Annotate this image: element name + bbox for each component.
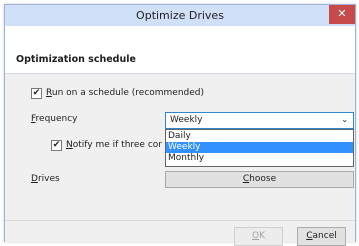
frequency-dropdown[interactable]: Weekly ⌄ — [165, 112, 354, 129]
run-on-schedule-checkbox[interactable]: ✔ — [31, 88, 42, 99]
notify-label[interactable]: Notify me if three cor — [66, 140, 162, 150]
frequency-options-list[interactable]: Daily Weekly Monthly — [165, 129, 354, 167]
drives-label: Drives — [31, 174, 60, 184]
notify-checkbox[interactable]: ✔ — [51, 140, 62, 151]
header-band: Optimization schedule — [5, 26, 355, 74]
frequency-selected-value: Weekly — [170, 115, 203, 125]
close-button[interactable]: ✕ — [329, 5, 355, 24]
frequency-label: Frequency — [31, 114, 78, 124]
cancel-button[interactable]: Cancel — [297, 227, 346, 246]
options-panel: ✔ Run on a schedule (recommended) Freque… — [5, 74, 355, 246]
window-title: Optimize Drives — [136, 9, 224, 22]
section-heading: Optimization schedule — [16, 54, 136, 65]
optimize-drives-dialog: Optimize Drives ✕ Optimization schedule … — [4, 4, 356, 246]
choose-drives-button[interactable]: Choose — [165, 171, 354, 188]
ok-button[interactable]: OK — [234, 227, 283, 246]
dialog-footer: OK Cancel — [5, 220, 355, 246]
chevron-down-icon: ⌄ — [341, 115, 348, 124]
checkmark-icon: ✔ — [52, 140, 61, 150]
frequency-option-monthly[interactable]: Monthly — [166, 153, 353, 164]
frequency-option-weekly[interactable]: Weekly — [166, 142, 353, 153]
title-bar: Optimize Drives ✕ — [5, 5, 355, 26]
checkmark-icon: ✔ — [32, 88, 41, 98]
run-on-schedule-label[interactable]: Run on a schedule (recommended) — [46, 88, 204, 98]
frequency-option-daily[interactable]: Daily — [166, 131, 353, 142]
close-icon: ✕ — [337, 7, 347, 20]
